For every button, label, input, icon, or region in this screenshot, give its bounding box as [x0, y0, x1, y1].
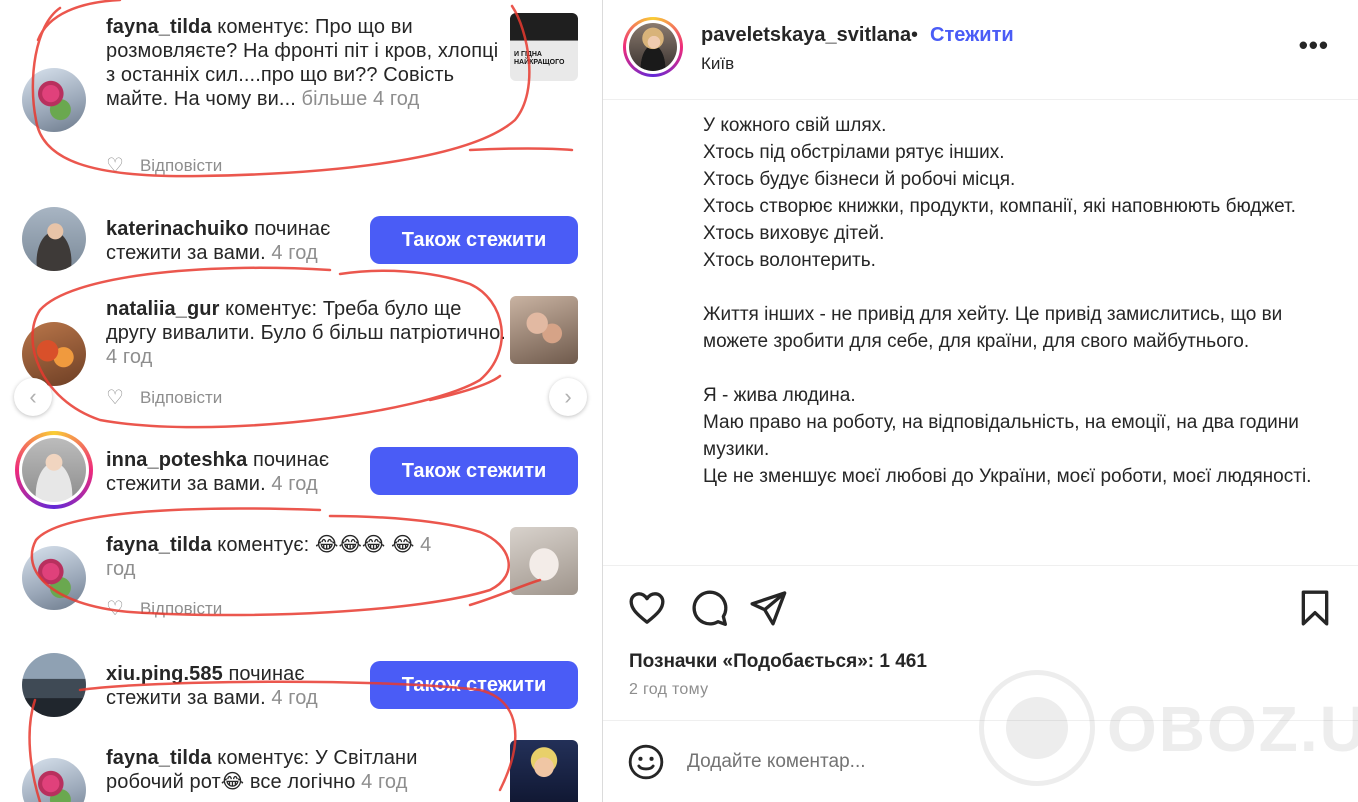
comment-input[interactable] — [687, 747, 1247, 777]
notification-username: katerinachuiko — [106, 218, 249, 240]
caption-line: Хтось волонтерить. — [703, 250, 876, 271]
post-location[interactable]: Київ — [701, 54, 734, 74]
caption-line: Я - жива людина. — [703, 385, 856, 406]
heart-icon: ♡ — [106, 155, 124, 177]
avatar — [22, 653, 86, 717]
notification-username: nataliia_gur — [106, 298, 220, 320]
separator-dot: • — [911, 24, 919, 46]
comment-icon[interactable] — [689, 588, 729, 628]
reply-row: ♡ Відповісти — [106, 385, 222, 410]
notification-time: 4 год — [265, 242, 318, 264]
notification-text: inna_poteshka починає стежити за вами. 4… — [106, 448, 356, 496]
reply-row: ♡ Відповісти — [106, 153, 222, 178]
carousel-next-icon[interactable]: › — [549, 378, 587, 416]
post-actions — [603, 565, 1358, 645]
caption-line — [703, 355, 1343, 382]
notification-body: коментує: 😂😂😂 😂 — [211, 534, 415, 556]
notifications-screenshot: fayna_tilda коментує: Про що ви розмовля… — [0, 0, 602, 802]
notification-text: fayna_tilda коментує: 😂😂😂 😂 4 год — [106, 533, 436, 581]
annotation-loop — [468, 147, 574, 152]
bookmark-icon[interactable] — [1295, 588, 1335, 628]
caption-line: Хтось створює книжки, продукти, компанії… — [703, 196, 1296, 217]
notification-time: 4 год — [355, 771, 408, 793]
notification-time: 4 год — [106, 346, 153, 368]
thumbnail-text: И ГІДНА НАЙКРАЩОГО — [514, 51, 565, 66]
heart-icon[interactable] — [627, 588, 667, 628]
annotation-loop — [428, 374, 502, 402]
follow-back-button: Також стежити — [370, 216, 578, 264]
caption-line — [703, 274, 1343, 301]
notification-username: inna_poteshka — [106, 449, 248, 471]
caption-line: Хтось будує бізнеси й робочі місця. — [703, 169, 1016, 190]
notification-username: fayna_tilda — [106, 16, 212, 38]
avatar — [22, 758, 86, 802]
post-timestamp[interactable]: 2 год тому — [629, 681, 708, 699]
post-thumbnail — [510, 740, 578, 802]
likes-count[interactable]: Позначки «Подобається»: 1 461 — [629, 651, 927, 673]
reply-row: ♡ Відповісти — [106, 596, 222, 621]
reply-link: Відповісти — [139, 387, 223, 407]
notification-text: fayna_tilda коментує: У Світлани робочий… — [106, 746, 496, 794]
notification-text: nataliia_gur коментує: Треба було ще дру… — [106, 297, 506, 369]
follow-button[interactable]: Стежити — [930, 24, 1014, 47]
caption-line: Це не зменшує моєї любові до України, мо… — [703, 466, 1312, 487]
caption-line: Хтось виховує дітей. — [703, 223, 885, 244]
post-username[interactable]: paveletskaya_svitlana — [701, 24, 911, 47]
instagram-post: paveletskaya_svitlana • Стежити Київ •••… — [602, 0, 1358, 802]
post-thumbnail: И ГІДНА НАЙКРАЩОГО — [510, 13, 578, 81]
notification-time: 4 год — [265, 687, 318, 709]
notification-time: 4 год — [367, 88, 420, 110]
notification-text: fayna_tilda коментує: Про що ви розмовля… — [106, 15, 506, 111]
share-icon[interactable] — [748, 588, 788, 628]
post-thumbnail — [510, 527, 578, 595]
reply-link: Відповісти — [139, 155, 223, 175]
comment-bar — [603, 720, 1358, 802]
notification-username: fayna_tilda — [106, 534, 212, 556]
caption-line: Хтось під обстрілами рятує інших. — [703, 142, 1005, 163]
follow-back-button: Також стежити — [370, 661, 578, 709]
notification-text: xiu.ping.585 починає стежити за вами. 4 … — [106, 662, 356, 710]
notification-text: katerinachuiko починає стежити за вами. … — [106, 217, 356, 265]
more-options-icon[interactable]: ••• — [1299, 32, 1329, 58]
story-ring[interactable] — [623, 17, 683, 77]
caption-line: Маю право на роботу, на відповідальність… — [703, 412, 1299, 460]
more-link: більше — [295, 88, 368, 110]
heart-icon: ♡ — [106, 387, 124, 409]
avatar — [22, 438, 86, 502]
notification-time: 4 год — [265, 473, 318, 495]
reply-link: Відповісти — [139, 598, 223, 618]
caption-line: У кожного свій шлях. — [703, 115, 887, 136]
avatar[interactable] — [629, 23, 677, 71]
avatar — [22, 68, 86, 132]
carousel-prev-icon[interactable]: ‹ — [14, 378, 52, 416]
post-header: paveletskaya_svitlana • Стежити Київ ••• — [603, 0, 1358, 100]
emoji-icon[interactable] — [627, 743, 665, 781]
post-caption: У кожного свій шлях. Хтось під обстрілам… — [703, 112, 1343, 490]
avatar — [22, 546, 86, 610]
avatar — [22, 322, 86, 386]
post-thumbnail — [510, 296, 578, 364]
avatar — [22, 207, 86, 271]
caption-line: Життя інших - не привід для хейту. Це пр… — [703, 304, 1283, 352]
story-ring — [15, 431, 93, 509]
notification-username: fayna_tilda — [106, 747, 212, 769]
follow-back-button: Також стежити — [370, 447, 578, 495]
heart-icon: ♡ — [106, 598, 124, 620]
notification-username: xiu.ping.585 — [106, 663, 223, 685]
